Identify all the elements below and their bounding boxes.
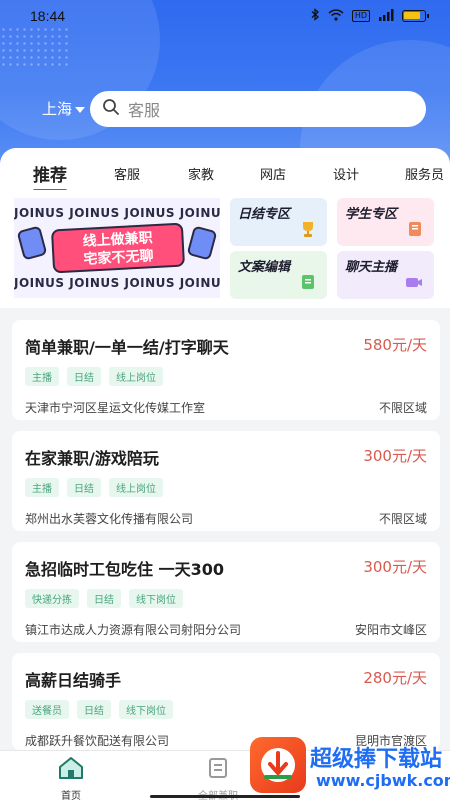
job-card[interactable]: 急招临时工包吃住 一天300 300元/天 快递分拣 日结 线下岗位 镇江市达成…: [12, 542, 440, 642]
zone-copywriting[interactable]: 文案编辑: [230, 251, 327, 299]
signal-icon: [378, 8, 394, 24]
job-title: 在家兼职/游戏陪玩: [25, 449, 159, 468]
tab-tutor[interactable]: 家教: [188, 164, 214, 183]
status-bar: 18:44 HD: [0, 0, 450, 32]
caret-down-icon: [75, 106, 86, 113]
thumbs-up-icon: [16, 225, 48, 261]
document-icon: [299, 273, 317, 295]
job-card[interactable]: 简单兼职/一单一结/打字聊天 580元/天 主播 日结 线上岗位 天津市宁河区星…: [12, 320, 440, 420]
job-tag: 日结: [67, 478, 101, 497]
job-tag: 日结: [77, 700, 111, 719]
job-area: 安阳市文峰区: [354, 623, 427, 637]
category-tabs: 推荐 客服 家教 网店 设计 服务员: [0, 160, 450, 190]
watermark-text: 超级捧下载站: [310, 747, 443, 772]
job-salary: 300元/天: [363, 447, 427, 465]
job-salary: 280元/天: [363, 669, 427, 687]
status-time: 18:44: [30, 8, 66, 24]
zone-student[interactable]: 学生专区: [337, 198, 434, 246]
nav-home[interactable]: 首页: [56, 755, 86, 800]
job-area: 不限区域: [378, 512, 427, 526]
tab-recommend[interactable]: 推荐: [33, 161, 67, 190]
job-tag: 线下岗位: [129, 589, 183, 608]
job-salary: 580元/天: [363, 336, 427, 354]
tab-online-store[interactable]: 网店: [260, 164, 286, 183]
camera-icon: [404, 273, 424, 295]
wifi-icon: [328, 8, 344, 24]
banner-pattern-text: JOINUS JOINUS JOINUS JOINUS: [14, 276, 220, 290]
job-company: 成都跃升餐饮配送有限公司: [25, 734, 170, 748]
job-title: 急招临时工包吃住 一天300: [25, 560, 224, 579]
watermark-url: www.cjbwk.com: [316, 771, 450, 790]
dot-pattern: [0, 26, 70, 70]
nav-label: 首页: [61, 791, 81, 800]
job-tag: 线下岗位: [119, 700, 173, 719]
job-salary: 300元/天: [363, 558, 427, 576]
job-tag: 送餐员: [25, 700, 69, 719]
zone-label: 聊天主播: [345, 260, 398, 275]
search-placeholder: 客服: [128, 101, 161, 120]
watermark-logo: [250, 737, 306, 793]
bluetooth-icon: [311, 8, 320, 24]
banner-headline: 线上做兼职 宅家不无聊: [50, 222, 186, 274]
zone-label: 日结专区: [238, 207, 291, 222]
home-icon: [56, 755, 86, 785]
job-tag: 日结: [67, 367, 101, 386]
zone-daily-pay[interactable]: 日结专区: [230, 198, 327, 246]
zone-label: 学生专区: [345, 207, 398, 222]
notebook-icon: [406, 220, 424, 242]
tab-design[interactable]: 设计: [333, 164, 359, 183]
job-company: 郑州出水芙蓉文化传播有限公司: [25, 512, 194, 526]
battery-icon: [402, 10, 429, 22]
job-tags: 主播 日结 线上岗位: [25, 478, 163, 497]
job-tag: 线上岗位: [109, 367, 163, 386]
job-tags: 主播 日结 线上岗位: [25, 367, 163, 386]
battery-level: [404, 12, 420, 19]
search-bar[interactable]: 客服: [90, 91, 426, 127]
job-tags: 送餐员 日结 线下岗位: [25, 700, 173, 719]
list-icon: [205, 755, 231, 785]
nav-label: 全部兼职: [198, 787, 238, 800]
job-card[interactable]: 在家兼职/游戏陪玩 300元/天 主播 日结 线上岗位 郑州出水芙蓉文化传播有限…: [12, 431, 440, 531]
promo-banner[interactable]: JOINUS JOINUS JOINUS JOINUS JOINUS JOINU…: [14, 198, 220, 298]
trophy-icon: [299, 220, 317, 242]
search-icon: [102, 98, 120, 120]
job-tag: 主播: [25, 478, 59, 497]
job-tag: 主播: [25, 367, 59, 386]
banner-pattern-text: JOINUS JOINUS JOINUS JOINUS: [14, 206, 220, 220]
network-badge: HD: [351, 10, 370, 22]
job-company: 镇江市达成人力资源有限公司射阳分公司: [25, 623, 242, 637]
job-tag: 日结: [87, 589, 121, 608]
job-title: 简单兼职/一单一结/打字聊天: [25, 338, 229, 357]
tab-waiter[interactable]: 服务员: [405, 164, 444, 183]
thumbs-up-icon: [186, 225, 218, 261]
job-tag: 线上岗位: [109, 478, 163, 497]
zone-label: 文案编辑: [238, 260, 291, 275]
nav-all-jobs[interactable]: 全部兼职: [198, 755, 238, 800]
job-company: 天津市宁河区星运文化传媒工作室: [25, 401, 206, 415]
tab-customer-service[interactable]: 客服: [114, 164, 140, 183]
watermark: 超级捧下载站 www.cjbwk.com: [250, 735, 450, 800]
job-title: 高薪日结骑手: [25, 671, 122, 690]
job-tags: 快递分拣 日结 线下岗位: [25, 589, 183, 608]
city-selector[interactable]: 上海: [42, 98, 86, 119]
job-tag: 快递分拣: [25, 589, 79, 608]
status-icons: HD: [311, 8, 429, 24]
zone-chat-host[interactable]: 聊天主播: [337, 251, 434, 299]
city-label: 上海: [42, 100, 73, 118]
job-area: 不限区域: [378, 401, 427, 415]
home-indicator: [150, 795, 300, 798]
